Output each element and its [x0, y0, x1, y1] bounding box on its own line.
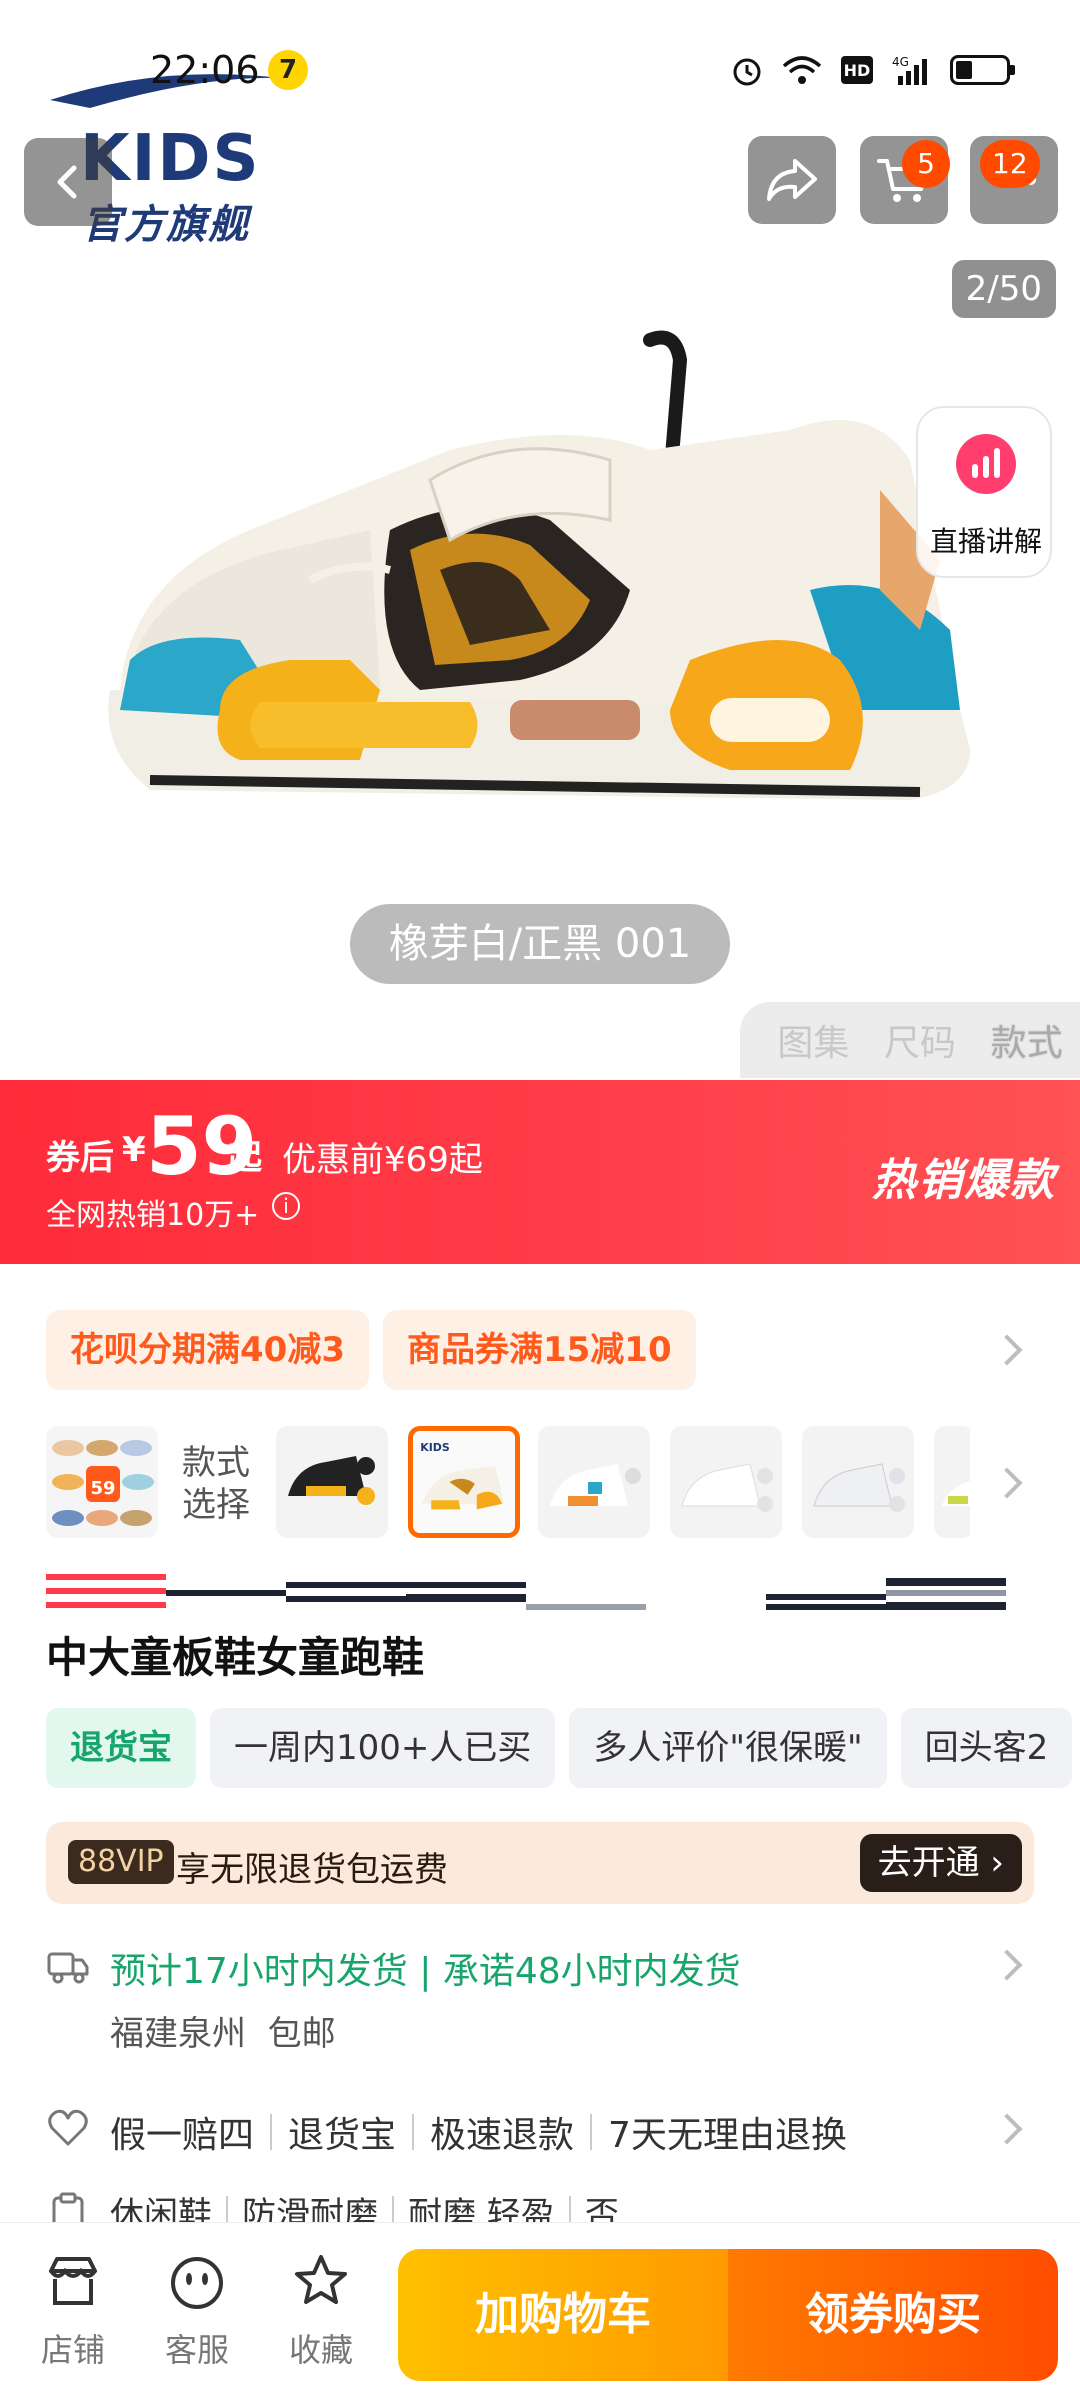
claim-coupon-buy-button[interactable]: 领券购买: [728, 2249, 1058, 2381]
price-before-discount: 优惠前¥69起: [282, 1140, 483, 1180]
shoe-thumb-image: [276, 1426, 388, 1538]
shoe-thumb-image: [538, 1426, 650, 1538]
product-title: 中大童板鞋女童跑鞋: [46, 1633, 425, 1682]
style-thumb[interactable]: [670, 1426, 782, 1538]
image-counter: 2/50: [951, 260, 1056, 318]
product-gallery[interactable]: 22:06 7 HD 4G KIDS 官方旗舰 5 12 2/50 直播讲解 橡…: [0, 0, 1080, 1080]
chevron-left-icon: [57, 165, 77, 199]
tab-style[interactable]: 款式: [991, 1014, 1063, 1066]
wifi-icon: [782, 50, 822, 90]
status-bar: 22:06 7 HD 4G: [0, 40, 1080, 104]
hd-icon: HD: [840, 50, 874, 90]
share-button[interactable]: [748, 136, 836, 224]
vip-badge: 88VIP: [68, 1840, 174, 1884]
live-explain-label: 直播讲解: [929, 525, 1042, 558]
star-icon: [295, 2255, 347, 2304]
product-image-shoe[interactable]: [90, 330, 990, 850]
back-button[interactable]: [24, 138, 112, 226]
shop-label: 店铺: [40, 2331, 105, 2369]
info-icon[interactable]: i: [272, 1192, 300, 1220]
shipping-free-label: 包邮: [267, 2014, 336, 2054]
style-thumb-promo[interactable]: 59: [46, 1426, 158, 1538]
tab-gallery[interactable]: 图集: [777, 1014, 849, 1066]
style-selector: 59 款式选择 KIDS: [46, 1424, 970, 1542]
style-thumb-partial[interactable]: [934, 1426, 970, 1538]
gallery-view-tabs: 图集 尺码 款式: [740, 1002, 1080, 1078]
notification-badge: 7: [268, 50, 308, 90]
sales-count: 全网热销10万+: [46, 1198, 260, 1233]
signal-icon: 4G: [892, 50, 932, 90]
shipping-estimate[interactable]: 预计17小时内发货 | 承诺48小时内发货: [110, 1942, 741, 1994]
style-thumb[interactable]: [276, 1426, 388, 1538]
favorite-button[interactable]: 收藏: [276, 2251, 366, 2371]
tab-size[interactable]: 尺码: [884, 1014, 956, 1066]
service-face-icon: [171, 2257, 223, 2309]
svg-text:HD: HD: [844, 61, 871, 80]
message-count-badge: 12: [980, 140, 1040, 188]
shipping-origin: 福建泉州 包邮: [110, 2006, 336, 2055]
svg-text:4G: 4G: [892, 55, 909, 69]
shipping-chevron-right-icon[interactable]: [991, 1949, 1023, 1981]
coupon-product[interactable]: 商品券满15减10: [382, 1310, 696, 1390]
guarantee-item: 极速退款: [430, 2115, 575, 2156]
vip-activate-button[interactable]: 去开通 ›: [859, 1834, 1022, 1892]
price-from-label: 起: [228, 1138, 262, 1178]
tag-return-insurance[interactable]: 退货宝: [46, 1708, 196, 1788]
truck-icon: [47, 1952, 89, 1984]
vip-banner[interactable]: 88VIP 享无限退货包运费 去开通 ›: [46, 1822, 1034, 1904]
status-icons: HD 4G: [730, 50, 1015, 90]
price-banner: 券后 ¥ 59 起 优惠前¥69起 全网热销10万+ i 热销爆款: [0, 1080, 1080, 1264]
shoe-thumb-image: [802, 1426, 914, 1538]
tag-review[interactable]: 多人评价"很保暖": [569, 1708, 887, 1788]
coupon-list: 花呗分期满40减3 商品券满15减10: [46, 1310, 696, 1390]
guarantee-item: 退货宝: [288, 2115, 397, 2156]
color-name-pill[interactable]: 橡芽白/正黑 001: [350, 904, 730, 984]
guarantee-item: 7天无理由退换: [608, 2115, 847, 2156]
guarantee-list[interactable]: 假一赔四 退货宝 极速退款 7天无理由退换: [110, 2106, 847, 2158]
live-bars-icon: [956, 434, 1016, 494]
status-time: 22:06: [150, 48, 260, 92]
style-select-label[interactable]: 款式选择: [182, 1442, 272, 1526]
alarm-icon: [730, 50, 764, 90]
cart-count-badge: 5: [902, 140, 950, 188]
style-chevron-right-icon[interactable]: [991, 1467, 1023, 1499]
shop-button[interactable]: 店铺: [28, 2251, 118, 2371]
favorite-label: 收藏: [288, 2331, 353, 2369]
live-explain-button[interactable]: 直播讲解: [916, 406, 1052, 578]
share-icon: [767, 159, 817, 201]
bottom-action-bar: 店铺 客服 收藏 加购物车 领券购买: [0, 2222, 1080, 2400]
hot-sale-label: 热销爆款: [872, 1155, 1056, 1206]
coupon-huabei[interactable]: 花呗分期满40减3: [46, 1310, 369, 1390]
promo-grid-image: 59: [46, 1426, 158, 1538]
guarantee-chevron-right-icon[interactable]: [991, 2113, 1023, 2145]
price-after-coupon-label: 券后: [46, 1138, 114, 1178]
customer-service-button[interactable]: 客服: [152, 2251, 242, 2371]
service-label: 客服: [164, 2331, 229, 2369]
tag-weekly-buyers[interactable]: 一周内100+人已买: [210, 1708, 556, 1788]
shipping-origin-city: 福建泉州: [110, 2014, 246, 2054]
promo-thumb-price: 59: [90, 1478, 115, 1499]
product-tags: 退货宝 一周内100+人已买 多人评价"很保暖" 回头客2: [46, 1708, 1080, 1788]
vip-activate-label: 去开通: [877, 1843, 980, 1883]
style-thumb[interactable]: [538, 1426, 650, 1538]
style-thumb[interactable]: [802, 1426, 914, 1538]
add-to-cart-button[interactable]: 加购物车: [398, 2249, 728, 2381]
shoe-thumb-image: [670, 1426, 782, 1538]
heart-icon: [48, 2109, 88, 2146]
vip-text: 享无限退货包运费: [176, 1850, 448, 1890]
coupon-chevron-right-icon[interactable]: [991, 1334, 1023, 1366]
style-thumb-selected[interactable]: KIDS: [408, 1426, 520, 1538]
thumb-logo-text: KIDS: [420, 1441, 450, 1454]
decorative-stripe: [46, 1574, 1006, 1610]
battery-icon: [950, 55, 1015, 85]
guarantee-item: 假一赔四: [110, 2115, 255, 2156]
shoe-thumb-image: [934, 1426, 970, 1538]
store-icon: [49, 2257, 97, 2305]
shoe-thumb-image: KIDS: [413, 1431, 515, 1533]
price-currency: ¥: [122, 1130, 146, 1170]
tag-repeat-customers[interactable]: 回头客2: [900, 1708, 1073, 1788]
